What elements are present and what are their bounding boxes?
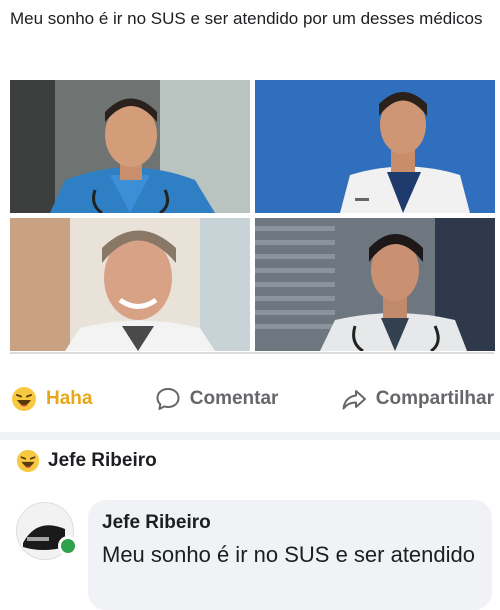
reaction-user[interactable]: Jefe Ribeiro	[16, 449, 157, 473]
section-divider	[0, 432, 500, 440]
haha-emoji-icon	[10, 385, 38, 413]
comment-button[interactable]: Comentar	[154, 385, 279, 413]
comment-text: Meu sonho é ir no SUS e ser atendido	[102, 542, 476, 567]
photo-grid[interactable]	[10, 80, 495, 354]
share-label: Compartilhar	[375, 388, 494, 409]
comment-author[interactable]: Jefe Ribeiro	[102, 512, 478, 534]
photo-doctor-1[interactable]	[10, 80, 250, 213]
comment-label: Comentar	[189, 388, 279, 409]
comment: Jefe Ribeiro Meu sonho é ir no SUS e ser…	[16, 496, 500, 610]
share-icon	[340, 385, 368, 413]
post-actions-bar: Haha Comentar Compartilhar	[10, 381, 494, 417]
photo-doctor-4[interactable]	[255, 218, 495, 351]
share-button[interactable]: Compartilhar	[340, 385, 494, 413]
photo-doctor-3[interactable]	[10, 218, 250, 351]
post-text: Meu sonho é ir no SUS e ser atendido por…	[10, 9, 483, 28]
haha-label: Haha	[46, 388, 93, 409]
photo-doctor-2[interactable]	[255, 80, 495, 213]
online-indicator	[58, 536, 78, 556]
haha-emoji-icon	[16, 449, 40, 473]
haha-button[interactable]: Haha	[10, 385, 92, 413]
comment-bubble[interactable]: Jefe Ribeiro Meu sonho é ir no SUS e ser…	[88, 500, 492, 610]
reaction-user-name: Jefe Ribeiro	[48, 450, 157, 471]
comment-icon	[154, 385, 182, 413]
